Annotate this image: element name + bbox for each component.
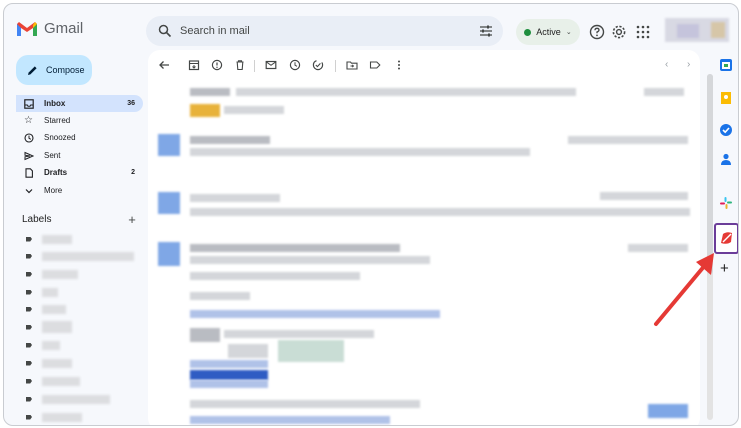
- more-vertical-icon[interactable]: [393, 59, 405, 71]
- label-item[interactable]: [26, 234, 72, 244]
- status-label: Active: [536, 27, 561, 37]
- add-task-icon[interactable]: [312, 59, 324, 71]
- label-item[interactable]: [26, 394, 110, 404]
- mark-unread-icon[interactable]: [265, 59, 277, 71]
- archive-icon[interactable]: [188, 59, 200, 71]
- draft-count: 2: [131, 169, 135, 176]
- label-tag-icon: [26, 378, 32, 384]
- label-tag-icon: [26, 396, 32, 402]
- keep-notes-icon[interactable]: [719, 91, 733, 105]
- label-tag-icon: [26, 306, 32, 312]
- slack-icon[interactable]: [719, 196, 733, 210]
- move-to-folder-icon[interactable]: [346, 59, 358, 71]
- label-tag-icon: [26, 342, 32, 348]
- send-icon: [24, 151, 34, 160]
- label-item[interactable]: [26, 251, 134, 261]
- label-item[interactable]: [26, 358, 72, 368]
- label-item[interactable]: [26, 304, 66, 314]
- gmail-m-icon: [17, 21, 37, 36]
- apps-grid-icon[interactable]: [635, 24, 651, 40]
- snooze-clock-icon[interactable]: [289, 59, 301, 71]
- message-thread[interactable]: [148, 82, 700, 425]
- compose-label: Compose: [46, 65, 85, 75]
- search-input[interactable]: [178, 24, 462, 38]
- label-tag-icon: [26, 289, 32, 295]
- sidebar-item-drafts[interactable]: Drafts 2: [16, 164, 143, 181]
- inbox-icon: [24, 98, 34, 109]
- chevron-down-icon: ⌄: [565, 29, 572, 36]
- search-icon[interactable]: [158, 24, 172, 38]
- chevron-down-icon: [25, 188, 33, 193]
- add-label-button[interactable]: +: [126, 212, 138, 227]
- sidebar-item-label: Snoozed: [44, 133, 76, 142]
- label-item[interactable]: [26, 269, 78, 279]
- mail-panel: ‹ ›: [148, 50, 700, 425]
- label-item[interactable]: [26, 321, 72, 333]
- unread-count: 36: [127, 100, 135, 107]
- account-avatar[interactable]: [665, 18, 729, 42]
- toolbar-divider: [254, 60, 255, 72]
- report-spam-icon[interactable]: [211, 59, 223, 71]
- back-arrow-icon[interactable]: [158, 59, 170, 71]
- label-tag-icon: [26, 253, 32, 259]
- calendar-icon[interactable]: [719, 58, 733, 72]
- labels-heading: Labels: [22, 214, 52, 225]
- label-item[interactable]: [26, 376, 80, 386]
- label-item[interactable]: [26, 340, 60, 350]
- help-icon[interactable]: [589, 24, 605, 40]
- label-item[interactable]: [26, 287, 58, 297]
- label-tag-icon: [26, 324, 32, 330]
- sidebar-item-sent[interactable]: Sent: [16, 147, 143, 164]
- label-tag-icon: [26, 271, 32, 277]
- addon-app-icon: [721, 232, 732, 244]
- sidebar-item-inbox[interactable]: Inbox 36: [16, 95, 143, 112]
- brand-name: Gmail: [44, 20, 84, 37]
- next-page-button[interactable]: ›: [687, 59, 690, 70]
- settings-gear-icon[interactable]: [611, 24, 627, 40]
- sidebar-item-more[interactable]: More: [16, 182, 143, 199]
- label-tag-icon: [26, 360, 32, 366]
- search-bar[interactable]: [146, 16, 503, 46]
- contacts-icon[interactable]: [719, 152, 733, 166]
- label-icon[interactable]: [369, 59, 381, 71]
- label-item[interactable]: [26, 412, 82, 422]
- gmail-window: Gmail Active ⌄: [3, 3, 739, 426]
- sidebar-item-starred[interactable]: ☆ Starred: [16, 112, 143, 129]
- delete-trash-icon[interactable]: [234, 59, 246, 71]
- search-options-icon[interactable]: [479, 24, 493, 38]
- sidebar-item-label: Starred: [44, 116, 71, 125]
- sidebar-item-label: Sent: [44, 151, 61, 160]
- sidebar-item-label: More: [44, 186, 63, 195]
- label-tag-icon: [26, 414, 32, 420]
- tasks-icon[interactable]: [719, 123, 733, 137]
- clock-icon: [24, 132, 34, 143]
- draft-icon: [25, 167, 33, 178]
- toolbar-divider: [335, 60, 336, 72]
- sidebar-item-label: Drafts: [44, 168, 68, 177]
- annotation-arrow-icon: [654, 253, 714, 326]
- label-tag-icon: [26, 236, 32, 242]
- gmail-logo[interactable]: Gmail: [16, 20, 83, 37]
- compose-button[interactable]: Compose: [16, 55, 92, 85]
- star-icon: ☆: [24, 114, 33, 126]
- status-dot-icon: [524, 28, 532, 36]
- prev-page-button[interactable]: ‹: [665, 59, 668, 70]
- sidebar-item-label: Inbox: [44, 99, 66, 108]
- status-selector[interactable]: Active ⌄: [516, 19, 580, 45]
- pencil-icon: [28, 65, 37, 75]
- sidebar-item-snoozed[interactable]: Snoozed: [16, 129, 143, 146]
